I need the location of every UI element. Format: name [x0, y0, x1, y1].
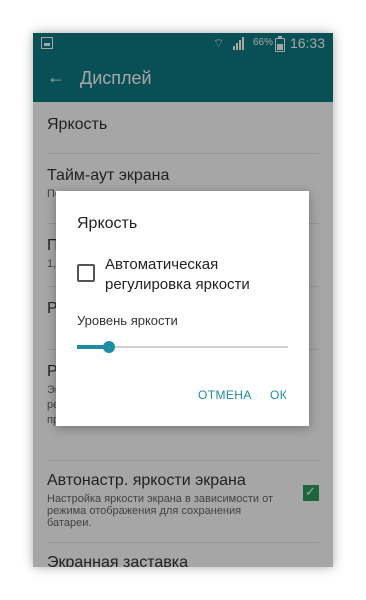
device-screen: ⌔ 66% 16:33 ← Дисплей Яркость Тайм-аут э…: [33, 33, 333, 567]
brightness-level-label: Уровень яркости: [77, 313, 178, 328]
brightness-slider[interactable]: [77, 341, 288, 353]
auto-brightness-checkbox[interactable]: [77, 264, 95, 282]
dialog-title: Яркость: [77, 215, 138, 232]
auto-brightness-label[interactable]: Автоматическая регулировка яркости: [105, 255, 295, 295]
ok-button[interactable]: ОК: [270, 388, 287, 402]
slider-thumb[interactable]: [103, 341, 115, 353]
brightness-dialog: Яркость Автоматическая регулировка яркос…: [56, 191, 309, 426]
cancel-button[interactable]: ОТМЕНА: [198, 388, 252, 402]
